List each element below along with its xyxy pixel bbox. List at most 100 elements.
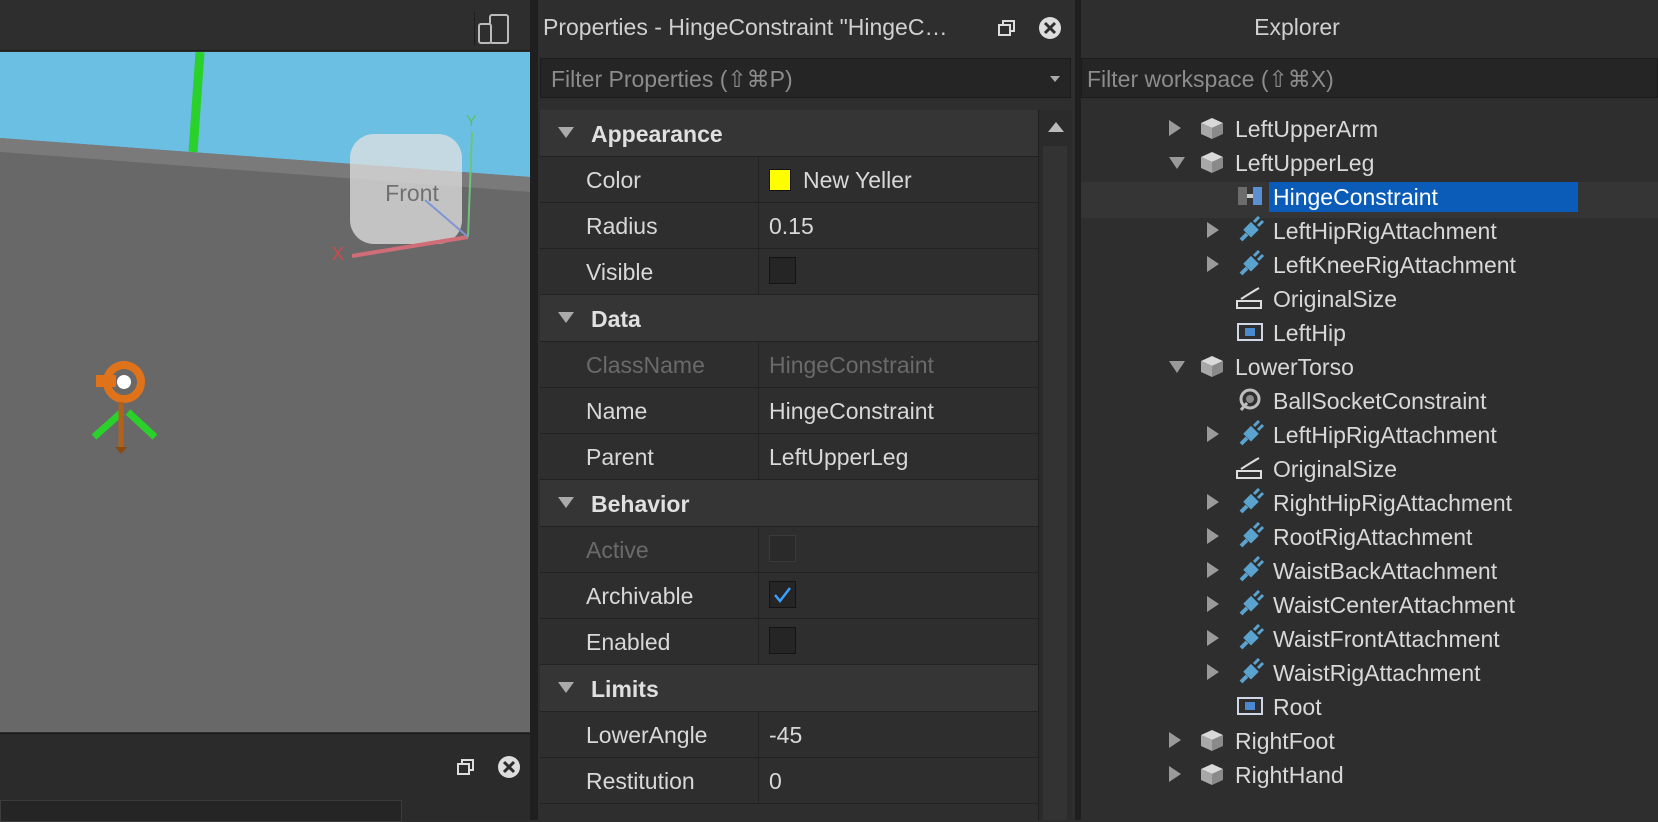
property-value-cell[interactable]: 0: [758, 758, 1038, 803]
tree-item-label[interactable]: RightHipRigAttachment: [1269, 488, 1516, 518]
tree-item[interactable]: WaistBackAttachment: [1081, 552, 1658, 588]
property-value[interactable]: New Yeller: [803, 167, 912, 194]
tree-item[interactable]: Root: [1081, 688, 1658, 724]
category-limits[interactable]: Limits: [540, 665, 1038, 712]
command-bar[interactable]: [0, 800, 402, 822]
tree-item[interactable]: OriginalSize: [1081, 280, 1658, 316]
category-appearance[interactable]: Appearance: [540, 110, 1038, 157]
tree-item-label[interactable]: Root: [1269, 692, 1326, 722]
tree-item[interactable]: RootRigAttachment: [1081, 518, 1658, 554]
property-row-active[interactable]: Active: [540, 527, 1038, 573]
property-row-color[interactable]: Color New Yeller: [540, 157, 1038, 203]
property-value-cell[interactable]: [758, 573, 1038, 618]
property-checkbox[interactable]: [769, 581, 796, 608]
tree-item-label[interactable]: LeftHip: [1269, 318, 1350, 348]
tree-item-label[interactable]: RightHand: [1231, 760, 1348, 790]
expand-arrow-icon[interactable]: [1207, 256, 1219, 272]
expand-arrow-icon[interactable]: [1169, 766, 1181, 782]
tree-item[interactable]: LeftHipRigAttachment: [1081, 416, 1658, 452]
tree-item-label[interactable]: HingeConstraint: [1269, 182, 1578, 212]
property-row-archivable[interactable]: Archivable: [540, 573, 1038, 619]
filter-properties-input[interactable]: Filter Properties (⇧⌘P): [540, 58, 1071, 98]
collapse-arrow-icon[interactable]: [558, 312, 574, 323]
tree-item-label[interactable]: WaistFrontAttachment: [1269, 624, 1504, 654]
property-row-restitution[interactable]: Restitution 0: [540, 758, 1038, 804]
expand-arrow-icon[interactable]: [1207, 562, 1219, 578]
panel-splitter[interactable]: [530, 0, 538, 820]
expand-arrow-icon[interactable]: [1207, 426, 1219, 442]
expand-arrow-icon[interactable]: [1207, 630, 1219, 646]
collapse-arrow-icon[interactable]: [558, 682, 574, 693]
tree-item[interactable]: OriginalSize: [1081, 450, 1658, 486]
tree-item[interactable]: BallSocketConstraint: [1081, 382, 1658, 418]
property-row-name[interactable]: Name HingeConstraint: [540, 388, 1038, 434]
properties-restore-button[interactable]: [996, 17, 1018, 39]
tree-item[interactable]: RightHand: [1081, 756, 1658, 792]
tree-item-label[interactable]: RightFoot: [1231, 726, 1339, 756]
tree-item[interactable]: LowerTorso: [1081, 348, 1658, 384]
collapse-arrow-icon[interactable]: [558, 497, 574, 508]
collapse-arrow-icon[interactable]: [558, 127, 574, 138]
property-row-parent[interactable]: Parent LeftUpperLeg: [540, 434, 1038, 480]
property-value-cell[interactable]: [758, 249, 1038, 294]
category-data[interactable]: Data: [540, 295, 1038, 342]
tree-item-label[interactable]: WaistCenterAttachment: [1269, 590, 1519, 620]
properties-scrollbar[interactable]: [1038, 110, 1072, 820]
property-row-classname[interactable]: ClassName HingeConstraint: [540, 342, 1038, 388]
tree-item[interactable]: LeftKneeRigAttachment: [1081, 246, 1658, 282]
property-value-cell[interactable]: [758, 619, 1038, 664]
expand-arrow-icon[interactable]: [1207, 528, 1219, 544]
property-value[interactable]: 0.15: [769, 213, 814, 240]
property-row-radius[interactable]: Radius 0.15: [540, 203, 1038, 249]
tree-item-label[interactable]: WaistRigAttachment: [1269, 658, 1485, 688]
tree-item[interactable]: LeftUpperArm: [1081, 110, 1658, 146]
property-value-cell[interactable]: HingeConstraint: [758, 342, 1038, 387]
tree-item[interactable]: RightFoot: [1081, 722, 1658, 758]
category-behavior[interactable]: Behavior: [540, 480, 1038, 527]
property-row-visible[interactable]: Visible: [540, 249, 1038, 295]
property-value-cell[interactable]: New Yeller: [758, 157, 1038, 202]
expand-arrow-icon[interactable]: [1207, 494, 1219, 510]
tree-item[interactable]: LeftHip: [1081, 314, 1658, 350]
property-row-lowerangle[interactable]: LowerAngle -45: [540, 712, 1038, 758]
tree-item-label[interactable]: LeftKneeRigAttachment: [1269, 250, 1520, 280]
tree-item-label[interactable]: LeftHipRigAttachment: [1269, 216, 1501, 246]
tree-item-label[interactable]: BallSocketConstraint: [1269, 386, 1491, 416]
expand-arrow-icon[interactable]: [1169, 120, 1181, 136]
scroll-up-icon[interactable]: [1048, 122, 1064, 132]
tree-item[interactable]: WaistFrontAttachment: [1081, 620, 1658, 656]
property-value[interactable]: 0: [769, 768, 782, 795]
property-value-cell[interactable]: LeftUpperLeg: [758, 434, 1038, 479]
chevron-down-icon[interactable]: [1050, 76, 1060, 82]
property-row-enabled[interactable]: Enabled: [540, 619, 1038, 665]
3d-viewport[interactable]: Front X Y: [0, 52, 530, 732]
property-checkbox[interactable]: [769, 257, 796, 284]
expand-arrow-icon[interactable]: [1207, 664, 1219, 680]
restore-button[interactable]: [455, 756, 477, 778]
tree-item-label[interactable]: OriginalSize: [1269, 284, 1401, 314]
property-value-cell[interactable]: -45: [758, 712, 1038, 757]
tree-item-label[interactable]: WaistBackAttachment: [1269, 556, 1501, 586]
tree-item-label[interactable]: LeftUpperLeg: [1231, 148, 1378, 178]
property-value[interactable]: HingeConstraint: [769, 398, 934, 425]
scrollbar-thumb[interactable]: [1043, 146, 1067, 820]
property-value[interactable]: -45: [769, 722, 802, 749]
tree-item[interactable]: RightHipRigAttachment: [1081, 484, 1658, 520]
tree-item-label[interactable]: RootRigAttachment: [1269, 522, 1476, 552]
property-value-cell[interactable]: HingeConstraint: [758, 388, 1038, 433]
tree-item-label[interactable]: LeftHipRigAttachment: [1269, 420, 1501, 450]
expand-arrow-icon[interactable]: [1207, 596, 1219, 612]
tree-item-label[interactable]: LowerTorso: [1231, 352, 1358, 382]
tree-item[interactable]: LeftHipRigAttachment: [1081, 212, 1658, 248]
property-value-cell[interactable]: [758, 527, 1038, 572]
tree-item[interactable]: WaistRigAttachment: [1081, 654, 1658, 690]
collapse-arrow-icon[interactable]: [1169, 157, 1185, 169]
tree-item[interactable]: LeftUpperLeg: [1081, 144, 1658, 180]
property-checkbox[interactable]: [769, 627, 796, 654]
property-value[interactable]: LeftUpperLeg: [769, 444, 908, 471]
collapse-arrow-icon[interactable]: [1169, 361, 1185, 373]
color-swatch[interactable]: [769, 169, 791, 191]
properties-close-button[interactable]: [1038, 16, 1061, 39]
property-value-cell[interactable]: 0.15: [758, 203, 1038, 248]
tree-item-label[interactable]: OriginalSize: [1269, 454, 1401, 484]
